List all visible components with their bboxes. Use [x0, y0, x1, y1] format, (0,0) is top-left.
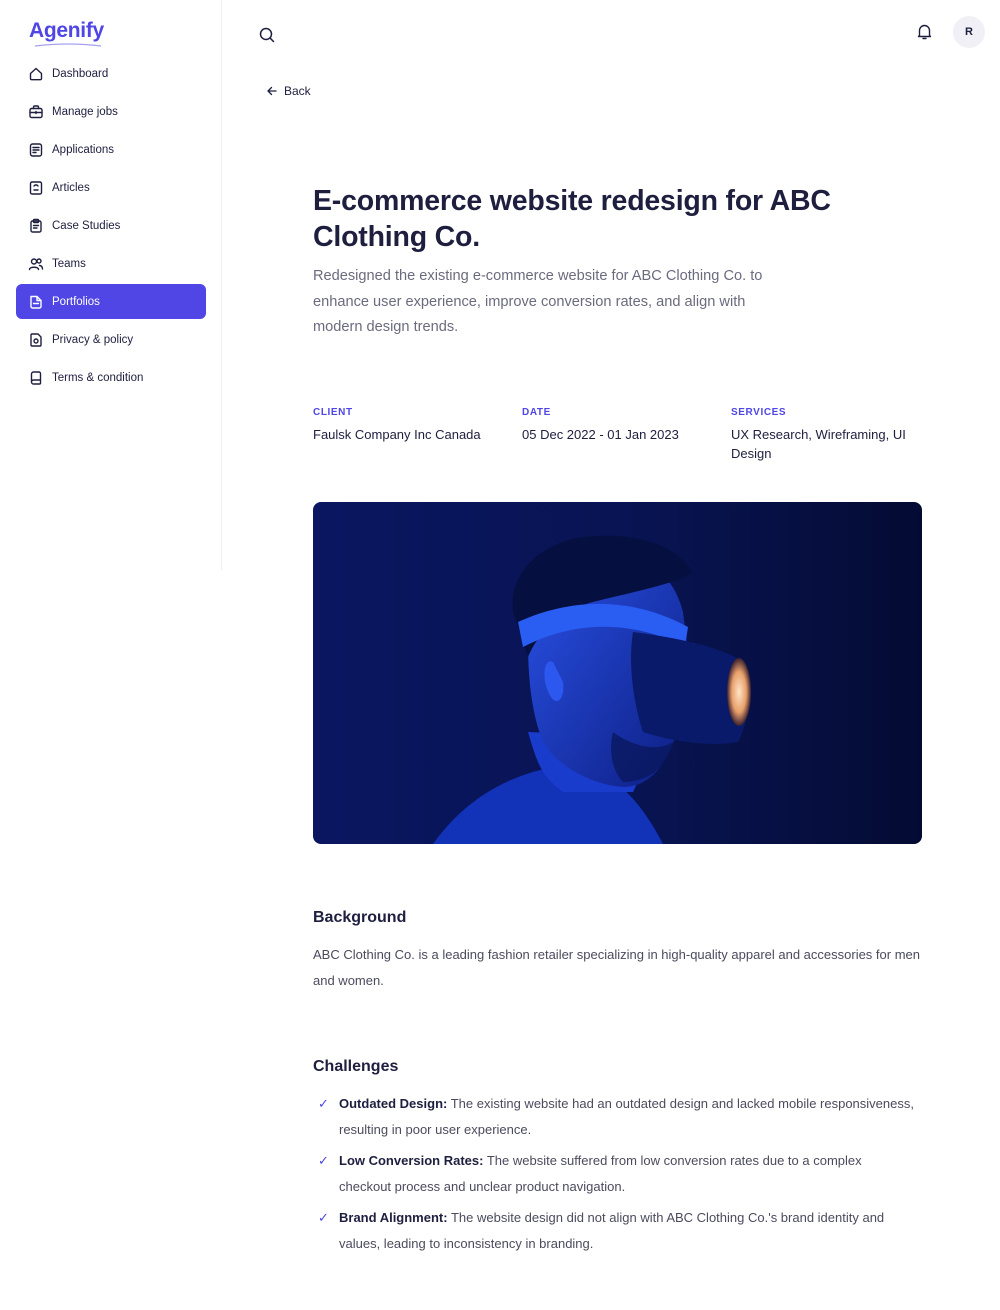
sidebar-item-portfolios[interactable]: Portfolios [16, 284, 206, 319]
sidebar-item-terms-condition[interactable]: Terms & condition [16, 360, 206, 395]
challenge-text: Brand Alignment: The website design did … [339, 1205, 914, 1256]
challenge-title: Low Conversion Rates: [339, 1153, 484, 1168]
users-icon [28, 256, 44, 272]
date-value: 05 Dec 2022 - 01 Jan 2023 [522, 427, 679, 442]
back-label: Back [284, 84, 311, 98]
date-label: DATE [522, 407, 551, 418]
sidebar-item-label: Portfolios [52, 295, 100, 308]
sidebar-item-label: Applications [52, 143, 115, 156]
hero-image [313, 502, 922, 844]
dashboard-icon [28, 66, 44, 82]
background-heading: Background [313, 909, 407, 926]
challenge-title: Outdated Design: [339, 1096, 448, 1111]
sidebar-nav: Dashboard Manage jobs Applications Artic… [16, 56, 206, 398]
portfolio-icon [28, 294, 44, 310]
challenge-text: Outdated Design: The existing website ha… [339, 1091, 914, 1142]
sidebar: Agenify Dashboard Manage jobs Applicatio… [0, 0, 222, 570]
challenges-heading: Challenges [313, 1058, 399, 1075]
check-icon: ✓ [318, 1210, 329, 1225]
check-icon: ✓ [318, 1096, 329, 1111]
sidebar-item-dashboard[interactable]: Dashboard [16, 56, 206, 91]
client-value: Faulsk Company Inc Canada [313, 427, 481, 442]
arrow-left-icon [267, 86, 277, 96]
articles-icon [28, 180, 44, 196]
sidebar-item-label: Teams [52, 257, 86, 270]
list-item: ✓ Brand Alignment: The website design di… [318, 1205, 918, 1256]
search-icon[interactable] [258, 26, 276, 44]
sidebar-item-label: Privacy & policy [52, 333, 134, 346]
applications-icon [28, 142, 44, 158]
sidebar-item-label: Dashboard [52, 67, 109, 80]
page-subtitle: Redesigned the existing e-commerce websi… [313, 268, 763, 335]
sidebar-item-label: Case Studies [52, 219, 121, 232]
app-logo[interactable]: Agenify [29, 19, 104, 43]
sidebar-item-manage-jobs[interactable]: Manage jobs [16, 94, 206, 129]
sidebar-item-label: Manage jobs [52, 105, 118, 118]
terms-icon [28, 370, 44, 386]
list-item: ✓ Low Conversion Rates: The website suff… [318, 1148, 918, 1199]
sidebar-item-label: Terms & condition [52, 371, 144, 384]
check-icon: ✓ [318, 1153, 329, 1168]
sidebar-item-applications[interactable]: Applications [16, 132, 206, 167]
sidebar-item-teams[interactable]: Teams [16, 246, 206, 281]
clipboard-icon [28, 218, 44, 234]
challenge-title: Brand Alignment: [339, 1210, 448, 1225]
sidebar-item-privacy-policy[interactable]: Privacy & policy [16, 322, 206, 357]
back-link[interactable]: Back [266, 84, 311, 98]
sidebar-item-articles[interactable]: Articles [16, 170, 206, 205]
challenge-text: Low Conversion Rates: The website suffer… [339, 1148, 914, 1199]
list-item: ✓ Outdated Design: The existing website … [318, 1091, 918, 1142]
services-label: SERVICES [731, 407, 787, 418]
sidebar-item-case-studies[interactable]: Case Studies [16, 208, 206, 243]
page-title: E-commerce website redesign for ABC Clot… [313, 185, 831, 253]
bell-icon[interactable] [915, 22, 934, 41]
logo-swoosh-icon [34, 43, 102, 47]
sidebar-item-label: Articles [52, 181, 90, 194]
services-value: UX Research, Wireframing, UI Design [731, 427, 906, 461]
client-label: CLIENT [313, 407, 353, 418]
background-text: ABC Clothing Co. is a leading fashion re… [313, 947, 920, 988]
privacy-icon [28, 332, 44, 348]
avatar[interactable]: R [953, 16, 985, 48]
briefcase-icon [28, 104, 44, 120]
